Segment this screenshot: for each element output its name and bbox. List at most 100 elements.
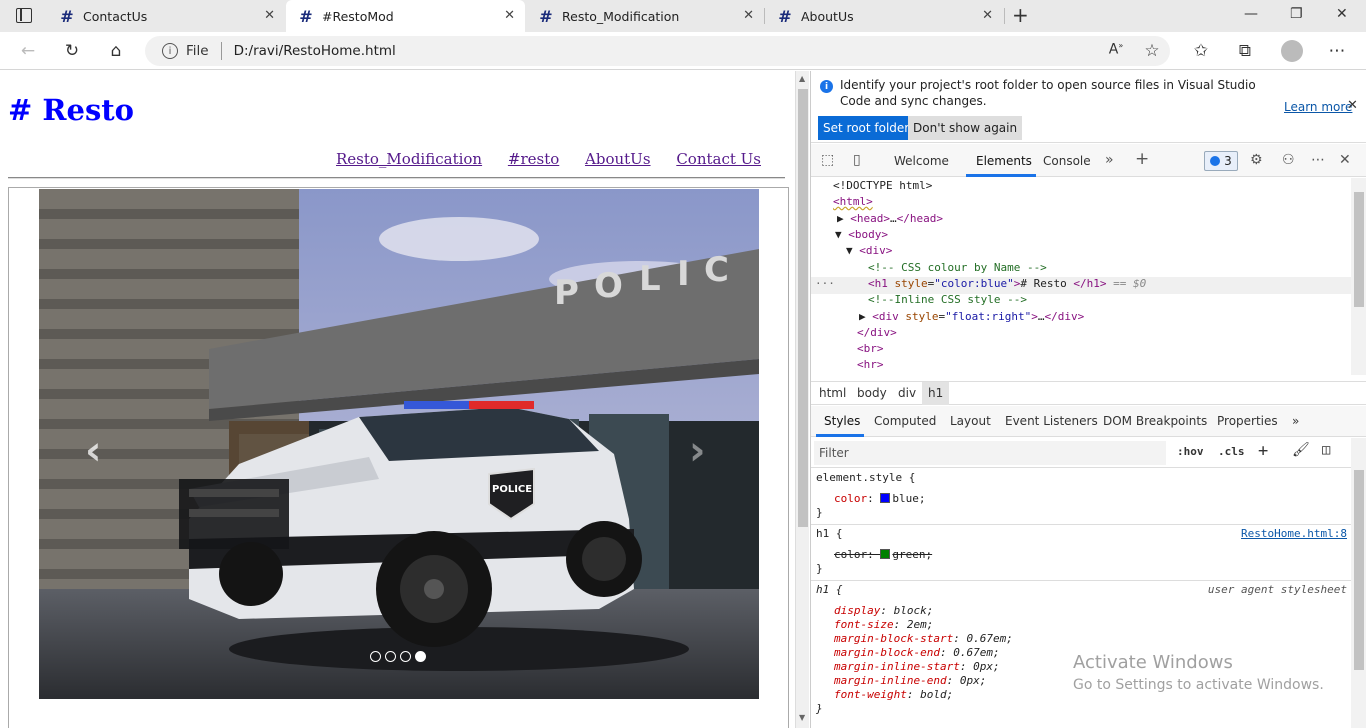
link-resto[interactable]: #resto	[508, 150, 559, 168]
restore-icon[interactable]: ❐	[1290, 6, 1303, 22]
scroll-thumb[interactable]	[1354, 192, 1364, 307]
link-aboutus[interactable]: AboutUs	[585, 150, 651, 168]
tab-layout[interactable]: Layout	[950, 414, 991, 428]
info-icon[interactable]: i	[162, 43, 178, 59]
dom-node[interactable]: </div>	[857, 325, 897, 341]
rule-source-link[interactable]: RestoHome.html:8	[1241, 527, 1347, 540]
dom-node[interactable]: <html>	[833, 194, 873, 210]
css-declaration[interactable]: margin-block-end: 0.67em;	[834, 646, 1000, 660]
settings-gear-icon[interactable]: ⚙	[1250, 152, 1263, 168]
close-icon[interactable]: ✕	[1347, 98, 1358, 113]
tab-event-listeners[interactable]: Event Listeners	[1005, 414, 1098, 428]
rule-selector[interactable]: h1 {	[816, 527, 843, 541]
add-favorite-icon[interactable]: ☆	[1141, 41, 1163, 61]
favorites-icon[interactable]: ✩	[1190, 41, 1212, 61]
set-root-folder-button[interactable]: Set root folder	[818, 116, 915, 140]
chevron-right-icon[interactable]: ›	[689, 428, 705, 474]
collections-icon[interactable]: ⧉	[1234, 41, 1256, 61]
chevron-left-icon[interactable]: ‹	[85, 428, 101, 474]
inspect-element-icon[interactable]: ⬚	[821, 152, 834, 168]
rule-selector[interactable]: h1 {	[816, 583, 843, 597]
omnibox[interactable]: i File D:/ravi/RestoHome.html	[145, 36, 1170, 66]
css-declaration-overridden[interactable]: color: green;	[834, 548, 932, 562]
class-toggle[interactable]: .cls	[1218, 445, 1245, 458]
refresh-icon[interactable]: ↻	[62, 41, 82, 61]
new-tab-button[interactable]: +	[1012, 3, 1029, 27]
home-icon[interactable]: ⌂	[106, 41, 126, 61]
color-swatch[interactable]	[880, 549, 891, 559]
tab-console[interactable]: Console	[1043, 154, 1091, 168]
profile-avatar[interactable]	[1281, 40, 1303, 62]
dom-node[interactable]: <br>	[857, 341, 884, 357]
close-devtools-icon[interactable]: ✕	[1339, 152, 1351, 168]
page-scrollbar[interactable]: ▲ ▼	[795, 71, 809, 728]
tab-contactus[interactable]: # ContactUs ✕	[47, 0, 285, 32]
node-actions-icon[interactable]: ···	[815, 276, 835, 292]
css-declaration[interactable]: margin-inline-start: 0px;	[834, 660, 1000, 674]
dom-node-selected[interactable]: <h1 style="color:blue"># Resto </h1> == …	[868, 276, 1146, 292]
dom-scrollbar[interactable]	[1351, 178, 1366, 375]
tab-styles[interactable]: Styles	[824, 414, 860, 428]
dom-node[interactable]: <!--Inline CSS style -->	[868, 292, 1027, 308]
color-swatch[interactable]	[880, 493, 891, 503]
close-tab-icon[interactable]: ✕	[264, 8, 275, 23]
styles-scrollbar[interactable]	[1351, 438, 1366, 728]
carousel-dot[interactable]	[400, 651, 411, 662]
close-tab-icon[interactable]: ✕	[743, 8, 754, 23]
new-rule-icon[interactable]: +	[1258, 441, 1268, 461]
scroll-thumb[interactable]	[798, 89, 808, 527]
hover-state-toggle[interactable]: :hov	[1177, 445, 1204, 458]
dom-node[interactable]: ▶ <head>…</head>	[837, 211, 943, 227]
more-options-icon[interactable]: ⋯	[1311, 152, 1325, 168]
scroll-down-icon[interactable]: ▼	[799, 713, 805, 722]
close-tab-icon[interactable]: ✕	[982, 8, 993, 23]
link-contact-us[interactable]: Contact Us	[676, 150, 761, 168]
add-tab-icon[interactable]: +	[1135, 149, 1149, 169]
css-declaration[interactable]: margin-inline-end: 0px;	[834, 674, 986, 688]
scroll-thumb[interactable]	[1354, 470, 1364, 670]
tab-aboutus[interactable]: # AboutUs ✕	[765, 0, 1003, 32]
css-declaration[interactable]: display: block;	[834, 604, 933, 618]
read-aloud-icon[interactable]: A»	[1105, 41, 1127, 58]
scroll-up-icon[interactable]: ▲	[799, 74, 805, 83]
tab-actions-icon[interactable]	[16, 8, 32, 23]
breadcrumb-h1[interactable]: h1	[922, 382, 950, 405]
device-emulation-icon[interactable]: ▯	[853, 152, 861, 168]
tab-properties[interactable]: Properties	[1217, 414, 1278, 428]
close-window-icon[interactable]: ✕	[1336, 6, 1348, 22]
tab-welcome[interactable]: Welcome	[894, 154, 949, 168]
tab-computed[interactable]: Computed	[874, 414, 936, 428]
url-text[interactable]: D:/ravi/RestoHome.html	[234, 43, 396, 59]
carousel-dot-active[interactable]	[415, 651, 426, 662]
carousel-dot[interactable]	[385, 651, 396, 662]
dom-node[interactable]: <!DOCTYPE html>	[833, 178, 932, 194]
carousel-dot[interactable]	[370, 651, 381, 662]
dom-node[interactable]: ▶ <div style="float:right">…</div>	[859, 309, 1084, 325]
tab-resto-modification[interactable]: # Resto_Modification ✕	[526, 0, 764, 32]
sidebar-toggle-icon[interactable]: ◫	[1322, 442, 1330, 458]
more-menu-icon[interactable]: ⋯	[1326, 41, 1348, 61]
dom-node[interactable]: <!-- CSS colour by Name -->	[868, 260, 1047, 276]
link-resto-modification[interactable]: Resto_Modification	[336, 150, 482, 168]
filter-input[interactable]: Filter	[814, 441, 1166, 465]
rule-selector[interactable]: element.style {	[816, 471, 915, 485]
dom-node[interactable]: <hr>	[857, 357, 884, 373]
issues-badge[interactable]: 3	[1204, 151, 1238, 171]
dont-show-again-button[interactable]: Don't show again	[908, 116, 1023, 140]
minimize-icon[interactable]: —	[1244, 6, 1258, 22]
tab-restomod[interactable]: # #RestoMod ✕	[286, 0, 525, 32]
breadcrumb-html[interactable]: html	[819, 386, 846, 400]
close-tab-icon[interactable]: ✕	[504, 8, 515, 23]
css-declaration[interactable]: font-size: 2em;	[834, 618, 933, 632]
css-declaration[interactable]: color: blue;	[834, 492, 926, 506]
more-tabs-icon[interactable]: »	[1105, 152, 1114, 168]
customize-icon[interactable]: ⚇	[1282, 152, 1295, 168]
css-declaration[interactable]: font-weight: bold;	[834, 688, 953, 702]
learn-more-link[interactable]: Learn more	[1284, 100, 1352, 114]
tab-dom-breakpoints[interactable]: DOM Breakpoints	[1103, 414, 1207, 428]
tab-elements[interactable]: Elements	[976, 154, 1032, 168]
breadcrumb-body[interactable]: body	[857, 386, 887, 400]
dom-node[interactable]: ▼ <div>	[846, 243, 892, 259]
paint-brush-icon[interactable]: 🖌	[1292, 442, 1310, 458]
back-arrow-icon[interactable]: ←	[18, 41, 38, 61]
